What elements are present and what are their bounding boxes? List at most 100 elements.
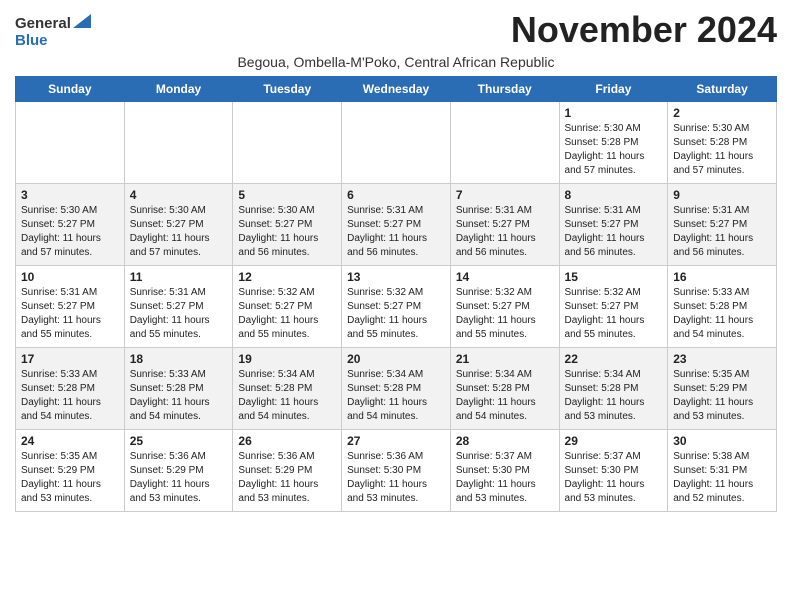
- calendar-cell-w5d6: 29Sunrise: 5:37 AM Sunset: 5:30 PM Dayli…: [559, 429, 668, 511]
- day-number: 21: [456, 352, 554, 366]
- day-info: Sunrise: 5:30 AM Sunset: 5:27 PM Dayligh…: [130, 204, 228, 260]
- col-monday: Monday: [124, 76, 233, 101]
- day-number: 27: [347, 434, 445, 448]
- calendar-cell-w4d2: 18Sunrise: 5:33 AM Sunset: 5:28 PM Dayli…: [124, 347, 233, 429]
- day-number: 25: [130, 434, 228, 448]
- day-info: Sunrise: 5:35 AM Sunset: 5:29 PM Dayligh…: [673, 368, 771, 424]
- day-number: 14: [456, 270, 554, 284]
- day-number: 18: [130, 352, 228, 366]
- calendar-cell-w1d4: [342, 101, 451, 183]
- calendar-cell-w2d4: 6 Sunrise: 5:31 AM Sunset: 5:27 PM Daylig…: [342, 183, 451, 265]
- day-info: Sunrise: 5:31 AM Sunset: 5:27 PM Dayligh…: [130, 286, 228, 342]
- calendar-cell-w5d7: 30 Sunrise: 5:38 AM Sunset: 5:31 PM Dayli…: [668, 429, 777, 511]
- calendar-cell-w2d1: 3 Sunrise: 5:30 AM Sunset: 5:27 PM Daylig…: [16, 183, 125, 265]
- day-number: 9: [673, 188, 771, 202]
- calendar-cell-w2d3: 5 Sunrise: 5:30 AM Sunset: 5:27 PM Daylig…: [233, 183, 342, 265]
- day-info: Sunrise: 5:34 AM Sunset: 5:28 PM Dayligh…: [347, 368, 445, 424]
- calendar-cell-w3d6: 15 Sunrise: 5:32 AM Sunset: 5:27 PM Dayli…: [559, 265, 668, 347]
- day-info: Sunrise: 5:31 AM Sunset: 5:27 PM Dayligh…: [347, 204, 445, 260]
- day-number: 15: [565, 270, 663, 284]
- calendar-cell-w4d6: 22 Sunrise: 5:34 AM Sunset: 5:28 PM Dayli…: [559, 347, 668, 429]
- day-info: Sunrise: 5:30 AM Sunset: 5:27 PM Dayligh…: [21, 204, 119, 260]
- day-info: Sunrise: 5:31 AM Sunset: 5:27 PM Dayligh…: [565, 204, 663, 260]
- calendar-cell-w4d4: 20 Sunrise: 5:34 AM Sunset: 5:28 PM Dayli…: [342, 347, 451, 429]
- calendar-cell-w4d1: 17 Sunrise: 5:33 AM Sunset: 5:28 PM Dayli…: [16, 347, 125, 429]
- day-number: 13: [347, 270, 445, 284]
- calendar-cell-w1d5: [450, 101, 559, 183]
- col-friday: Friday: [559, 76, 668, 101]
- day-info: Sunrise: 5:30 AM Sunset: 5:28 PM Dayligh…: [673, 122, 771, 178]
- day-number: 6: [347, 188, 445, 202]
- day-number: 23: [673, 352, 771, 366]
- calendar-cell-w5d1: 24Sunrise: 5:35 AM Sunset: 5:29 PM Dayli…: [16, 429, 125, 511]
- calendar-cell-w3d3: 12 Sunrise: 5:32 AM Sunset: 5:27 PM Dayli…: [233, 265, 342, 347]
- calendar-cell-w1d1: [16, 101, 125, 183]
- day-info: Sunrise: 5:30 AM Sunset: 5:28 PM Dayligh…: [565, 122, 663, 178]
- day-number: 19: [238, 352, 336, 366]
- day-number: 29: [565, 434, 663, 448]
- day-info: Sunrise: 5:31 AM Sunset: 5:27 PM Dayligh…: [673, 204, 771, 260]
- day-info: Sunrise: 5:34 AM Sunset: 5:28 PM Dayligh…: [456, 368, 554, 424]
- day-info: Sunrise: 5:34 AM Sunset: 5:28 PM Dayligh…: [238, 368, 336, 424]
- day-info: Sunrise: 5:36 AM Sunset: 5:29 PM Dayligh…: [238, 450, 336, 506]
- day-number: 12: [238, 270, 336, 284]
- logo: General Blue: [15, 14, 91, 49]
- calendar-cell-w3d5: 14Sunrise: 5:32 AM Sunset: 5:27 PM Dayli…: [450, 265, 559, 347]
- day-info: Sunrise: 5:33 AM Sunset: 5:28 PM Dayligh…: [673, 286, 771, 342]
- calendar-table: Sunday Monday Tuesday Wednesday Thursday…: [15, 76, 777, 512]
- week-row-5: 24Sunrise: 5:35 AM Sunset: 5:29 PM Dayli…: [16, 429, 777, 511]
- day-number: 30: [673, 434, 771, 448]
- day-number: 1: [565, 106, 663, 120]
- page: General Blue November 2024 Begoua, Ombel…: [0, 0, 792, 527]
- calendar-cell-w3d1: 10 Sunrise: 5:31 AM Sunset: 5:27 PM Dayli…: [16, 265, 125, 347]
- col-tuesday: Tuesday: [233, 76, 342, 101]
- day-number: 10: [21, 270, 119, 284]
- day-number: 20: [347, 352, 445, 366]
- day-info: Sunrise: 5:34 AM Sunset: 5:28 PM Dayligh…: [565, 368, 663, 424]
- col-thursday: Thursday: [450, 76, 559, 101]
- day-info: Sunrise: 5:33 AM Sunset: 5:28 PM Dayligh…: [21, 368, 119, 424]
- calendar-cell-w2d5: 7Sunrise: 5:31 AM Sunset: 5:27 PM Daylig…: [450, 183, 559, 265]
- day-info: Sunrise: 5:31 AM Sunset: 5:27 PM Dayligh…: [21, 286, 119, 342]
- calendar-cell-w1d6: 1 Sunrise: 5:30 AM Sunset: 5:28 PM Daylig…: [559, 101, 668, 183]
- day-info: Sunrise: 5:38 AM Sunset: 5:31 PM Dayligh…: [673, 450, 771, 506]
- day-number: 17: [21, 352, 119, 366]
- title-block: November 2024: [511, 10, 777, 50]
- calendar-header-row: Sunday Monday Tuesday Wednesday Thursday…: [16, 76, 777, 101]
- subtitle: Begoua, Ombella-M'Poko, Central African …: [15, 54, 777, 70]
- week-row-4: 17 Sunrise: 5:33 AM Sunset: 5:28 PM Dayli…: [16, 347, 777, 429]
- day-number: 28: [456, 434, 554, 448]
- calendar-cell-w1d7: 2Sunrise: 5:30 AM Sunset: 5:28 PM Daylig…: [668, 101, 777, 183]
- day-info: Sunrise: 5:30 AM Sunset: 5:27 PM Dayligh…: [238, 204, 336, 260]
- day-number: 24: [21, 434, 119, 448]
- day-info: Sunrise: 5:37 AM Sunset: 5:30 PM Dayligh…: [456, 450, 554, 506]
- calendar-cell-w5d5: 28 Sunrise: 5:37 AM Sunset: 5:30 PM Dayli…: [450, 429, 559, 511]
- calendar-cell-w5d2: 25 Sunrise: 5:36 AM Sunset: 5:29 PM Dayli…: [124, 429, 233, 511]
- day-number: 7: [456, 188, 554, 202]
- calendar-cell-w4d7: 23 Sunrise: 5:35 AM Sunset: 5:29 PM Dayli…: [668, 347, 777, 429]
- calendar-cell-w5d4: 27 Sunrise: 5:36 AM Sunset: 5:30 PM Dayli…: [342, 429, 451, 511]
- day-info: Sunrise: 5:32 AM Sunset: 5:27 PM Dayligh…: [347, 286, 445, 342]
- calendar-cell-w1d2: [124, 101, 233, 183]
- day-number: 8: [565, 188, 663, 202]
- calendar-cell-w1d3: [233, 101, 342, 183]
- month-title: November 2024: [511, 10, 777, 50]
- day-info: Sunrise: 5:36 AM Sunset: 5:30 PM Dayligh…: [347, 450, 445, 506]
- col-sunday: Sunday: [16, 76, 125, 101]
- day-info: Sunrise: 5:32 AM Sunset: 5:27 PM Dayligh…: [565, 286, 663, 342]
- calendar-cell-w5d3: 26Sunrise: 5:36 AM Sunset: 5:29 PM Dayli…: [233, 429, 342, 511]
- calendar-cell-w2d2: 4 Sunrise: 5:30 AM Sunset: 5:27 PM Daylig…: [124, 183, 233, 265]
- col-saturday: Saturday: [668, 76, 777, 101]
- day-number: 4: [130, 188, 228, 202]
- calendar-cell-w3d7: 16Sunrise: 5:33 AM Sunset: 5:28 PM Dayli…: [668, 265, 777, 347]
- day-info: Sunrise: 5:36 AM Sunset: 5:29 PM Dayligh…: [130, 450, 228, 506]
- day-number: 22: [565, 352, 663, 366]
- week-row-3: 10 Sunrise: 5:31 AM Sunset: 5:27 PM Dayli…: [16, 265, 777, 347]
- day-number: 3: [21, 188, 119, 202]
- week-row-1: 1 Sunrise: 5:30 AM Sunset: 5:28 PM Daylig…: [16, 101, 777, 183]
- header: General Blue November 2024: [15, 10, 777, 50]
- day-info: Sunrise: 5:32 AM Sunset: 5:27 PM Dayligh…: [238, 286, 336, 342]
- calendar-cell-w2d6: 8 Sunrise: 5:31 AM Sunset: 5:27 PM Daylig…: [559, 183, 668, 265]
- day-number: 5: [238, 188, 336, 202]
- calendar-cell-w3d4: 13 Sunrise: 5:32 AM Sunset: 5:27 PM Dayli…: [342, 265, 451, 347]
